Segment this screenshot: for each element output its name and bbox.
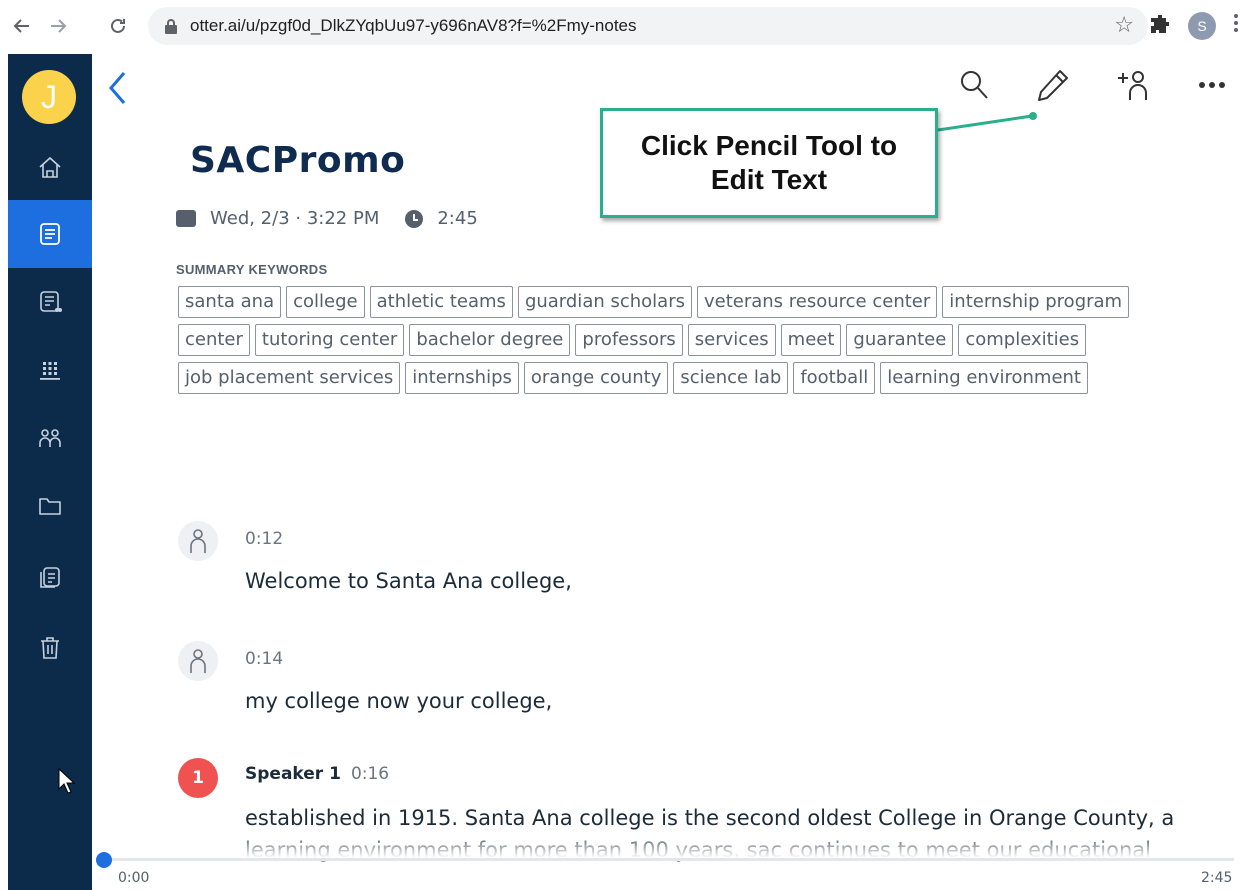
browser-menu-icon[interactable]: [1234, 14, 1240, 35]
keyword-chip[interactable]: professors: [575, 324, 683, 356]
my-notes-icon[interactable]: [8, 200, 92, 268]
lock-icon: [165, 19, 177, 34]
speaker-name[interactable]: Speaker 1: [245, 764, 341, 784]
apps-icon[interactable]: [8, 336, 92, 404]
keyword-chip[interactable]: football: [793, 362, 876, 394]
forward-arrow-icon[interactable]: [42, 10, 74, 42]
note-title[interactable]: SACPromo: [190, 140, 405, 181]
keyword-chip[interactable]: internships: [405, 362, 519, 394]
keywords-list: santa ana college athletic teams guardian s…: [178, 286, 1148, 400]
keyword-chip[interactable]: orange county: [523, 362, 669, 394]
keyword-chip[interactable]: college: [286, 286, 365, 318]
keyword-chip[interactable]: services: [687, 324, 776, 356]
current-time: 0:00: [118, 870, 150, 886]
keyword-chip[interactable]: complexities: [958, 324, 1087, 356]
timestamp[interactable]: 0:12: [245, 529, 283, 549]
keyword-chip[interactable]: meet: [780, 324, 842, 356]
more-icon[interactable]: [1198, 80, 1226, 90]
keyword-chip[interactable]: internship program: [942, 286, 1130, 318]
timestamp[interactable]: 0:14: [245, 649, 283, 669]
clock-icon: [405, 209, 424, 228]
transcript-text[interactable]: Welcome to Santa Ana college,: [245, 565, 572, 597]
summary-keywords-label: SUMMARY KEYWORDS: [176, 262, 328, 277]
profile-avatar[interactable]: S: [1188, 12, 1216, 40]
speaker-header: Speaker 1 0:16: [245, 764, 389, 784]
calendar-icon: [176, 210, 196, 227]
keyword-chip[interactable]: job placement services: [178, 362, 401, 394]
note-meta: Wed, 2/3 · 3:22 PM 2:45: [176, 208, 478, 229]
mouse-cursor-icon: [58, 768, 76, 794]
speaker-placeholder-icon[interactable]: [178, 641, 218, 681]
keyword-chip[interactable]: athletic teams: [369, 286, 513, 318]
keyword-chip[interactable]: guardian scholars: [517, 286, 692, 318]
pencil-icon[interactable]: [1036, 68, 1070, 104]
trash-icon[interactable]: [8, 614, 92, 682]
playback-progress-bar[interactable]: [104, 858, 1234, 861]
add-person-icon[interactable]: [1116, 68, 1152, 102]
url-text: otter.ai/u/pzgf0d_DlkZYqbUu97-y696nAV8?f…: [190, 16, 637, 35]
scroll-fade: [92, 830, 1250, 858]
keyword-chip[interactable]: tutoring center: [254, 324, 405, 356]
keyword-chip[interactable]: santa ana: [178, 286, 282, 318]
address-bar[interactable]: otter.ai/u/pzgf0d_DlkZYqbUu97-y696nAV8?f…: [148, 7, 1148, 45]
sidebar: J: [8, 54, 92, 890]
keyword-chip[interactable]: center: [178, 324, 250, 356]
speaker-badge[interactable]: 1: [178, 758, 218, 798]
note-duration: 2:45: [437, 208, 478, 229]
reload-icon[interactable]: [102, 10, 134, 42]
bookmark-star-icon[interactable]: ☆: [1114, 13, 1134, 38]
browser-toolbar: otter.ai/u/pzgf0d_DlkZYqbUu97-y696nAV8?f…: [0, 0, 1250, 54]
keyword-chip[interactable]: veterans resource center: [696, 286, 938, 318]
note-date: Wed, 2/3 · 3:22 PM: [210, 208, 380, 229]
playback-scrubber[interactable]: [96, 852, 112, 868]
speaker-placeholder-icon[interactable]: [178, 521, 218, 561]
back-icon[interactable]: [106, 70, 130, 106]
user-avatar[interactable]: J: [22, 70, 76, 124]
keyword-chip[interactable]: science lab: [673, 362, 789, 394]
imported-icon[interactable]: [8, 544, 92, 612]
total-time: 2:45: [1201, 870, 1233, 886]
groups-icon[interactable]: [8, 404, 92, 472]
back-arrow-icon[interactable]: [6, 10, 38, 42]
shared-notes-icon[interactable]: [8, 268, 92, 336]
keyword-chip[interactable]: guarantee: [846, 324, 954, 356]
folder-icon[interactable]: [8, 472, 92, 540]
home-icon[interactable]: [8, 134, 92, 202]
search-icon[interactable]: [958, 68, 990, 100]
extensions-icon[interactable]: [1148, 12, 1172, 36]
annotation-callout: Click Pencil Tool to Edit Text: [600, 108, 938, 218]
timestamp[interactable]: 0:16: [351, 764, 389, 784]
keyword-chip[interactable]: bachelor degree: [409, 324, 571, 356]
keyword-chip[interactable]: learning environment: [880, 362, 1088, 394]
transcript-text[interactable]: my college now your college,: [245, 685, 552, 717]
